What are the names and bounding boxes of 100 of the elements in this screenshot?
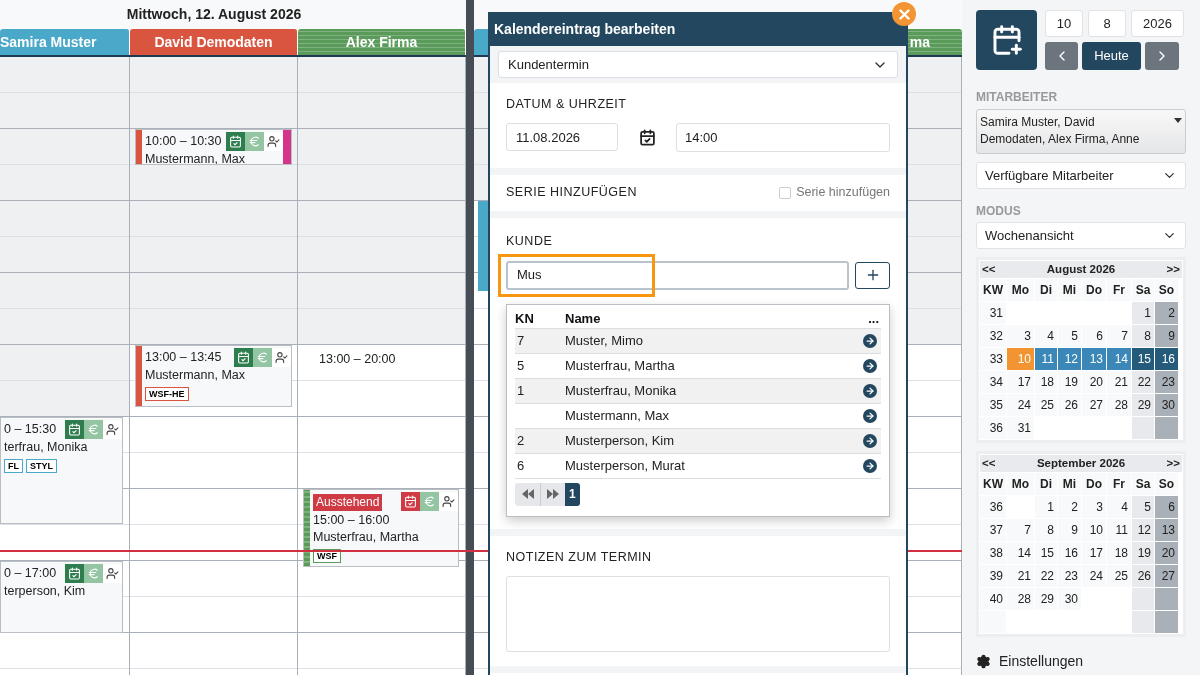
calendar-day[interactable]: 22 [1132, 371, 1154, 393]
arrow-right-icon[interactable] [863, 383, 877, 398]
calendar-day[interactable]: 29 [1035, 588, 1057, 610]
calendar-day[interactable]: 12 [1132, 519, 1154, 541]
calendar-day[interactable]: 17 [1082, 542, 1106, 564]
arrow-right-icon[interactable] [863, 458, 877, 473]
event-card[interactable]: 0 – 15:30 terfrau, Monika FL STYL [0, 417, 123, 524]
calendar-day[interactable]: 18 [1107, 542, 1131, 564]
new-appointment-button[interactable] [976, 10, 1037, 70]
calendar-day[interactable]: 7 [1107, 325, 1131, 347]
calendar-day[interactable]: 28 [1107, 394, 1131, 416]
calendar-day[interactable]: 25 [1107, 565, 1131, 587]
calendar-day[interactable]: 27 [1082, 394, 1106, 416]
previous-month-link[interactable]: << [982, 260, 996, 279]
calendar-day[interactable]: 22 [1035, 565, 1057, 587]
today-button[interactable]: Heute [1082, 42, 1141, 70]
calendar-day[interactable]: 1 [1035, 496, 1057, 518]
calendar-day[interactable]: 13 [1082, 348, 1106, 370]
calendar-day[interactable]: 19 [1058, 371, 1081, 393]
calendar-day[interactable]: 27 [1155, 565, 1178, 587]
result-row[interactable]: 1 Musterfrau, Monika [515, 378, 881, 404]
calendar-day[interactable]: 4 [1107, 496, 1131, 518]
calendar-day[interactable]: 24 [1007, 394, 1034, 416]
schedule-column[interactable]: 10:00 – 10:30 Mustermann, Max 13:00 – 13:45 Mustermann, Max WSF-HE [130, 57, 298, 675]
schedule-column[interactable]: 13:00 – 20:00 Ausstehend 15:00 – 16:00 Musterfrau, Martha WSF [298, 57, 466, 675]
calendar-day[interactable]: 4 [1035, 325, 1057, 347]
date-input[interactable]: 2026 [1131, 10, 1184, 37]
calendar-day[interactable]: 26 [1058, 394, 1081, 416]
next-month-link[interactable]: >> [1166, 454, 1180, 473]
calendar-day[interactable]: 24 [1082, 565, 1106, 587]
calendar-day[interactable]: 5 [1058, 325, 1081, 347]
staff-header[interactable]: David Demodaten [130, 29, 298, 55]
calendar-day[interactable]: 18 [1035, 371, 1057, 393]
last-page-button[interactable] [540, 482, 565, 506]
calendar-day[interactable]: 12 [1058, 348, 1081, 370]
calendar-day[interactable]: 11 [1107, 519, 1131, 541]
calendar-day[interactable]: 7 [1007, 519, 1034, 541]
calendar-day[interactable]: 16 [1155, 348, 1178, 370]
calendar-day[interactable]: 25 [1035, 394, 1057, 416]
calendar-day[interactable]: 11 [1035, 348, 1057, 370]
arrow-right-icon[interactable] [863, 433, 877, 448]
calendar-day[interactable]: 15 [1132, 348, 1154, 370]
date-input[interactable]: 10 [1045, 10, 1083, 37]
calendar-day[interactable]: 21 [1007, 565, 1034, 587]
available-staff-select[interactable]: Verfügbare Mitarbeiter [976, 162, 1186, 189]
settings-link[interactable]: Einstellungen [999, 651, 1084, 672]
calendar-day[interactable]: 8 [1132, 325, 1154, 347]
calendar-day[interactable]: 13 [1155, 519, 1178, 541]
arrow-right-icon[interactable] [863, 358, 877, 373]
calendar-day[interactable]: 5 [1132, 496, 1154, 518]
calendar-day[interactable]: 30 [1155, 394, 1178, 416]
calendar-day[interactable]: 26 [1132, 565, 1154, 587]
calendar-day[interactable]: 14 [1107, 348, 1131, 370]
page-button[interactable]: 1 [565, 482, 580, 506]
calendar-day[interactable]: 20 [1082, 371, 1106, 393]
calendar-day[interactable]: 17 [1007, 371, 1034, 393]
calendar-day[interactable]: 8 [1035, 519, 1057, 541]
calendar-day[interactable]: 3 [1007, 325, 1034, 347]
previous-month-link[interactable]: << [982, 454, 996, 473]
calendar-day[interactable]: 31 [1007, 417, 1034, 439]
event-card[interactable]: 0 – 17:00 terperson, Kim [0, 561, 123, 633]
calendar-day[interactable]: 16 [1058, 542, 1081, 564]
customer-search-field[interactable]: Mus [506, 260, 849, 290]
mode-select[interactable]: Wochenansicht [976, 222, 1186, 249]
calendar-day[interactable]: 15 [1035, 542, 1057, 564]
calendar-day[interactable]: 20 [1155, 542, 1178, 564]
calendar-day[interactable]: 23 [1155, 371, 1178, 393]
calendar-day[interactable]: 30 [1058, 588, 1081, 610]
event-card[interactable]: Ausstehend 15:00 – 16:00 Musterfrau, Martha WSF [303, 489, 459, 567]
calendar-day[interactable]: 2 [1058, 496, 1081, 518]
calendar-day[interactable]: 6 [1155, 496, 1178, 518]
settings-icon[interactable] [976, 654, 991, 669]
calendar-day[interactable]: 9 [1058, 519, 1081, 541]
first-page-button[interactable] [515, 482, 540, 506]
arrow-right-icon[interactable] [863, 408, 877, 423]
result-row[interactable]: 7 Muster, Mimo [515, 328, 881, 354]
calendar-day[interactable]: 14 [1007, 542, 1034, 564]
arrow-right-icon[interactable] [863, 333, 877, 348]
schedule-column[interactable]: 0 – 15:30 terfrau, Monika FL STYL 0 – 17:00 terperson, Kim [0, 57, 130, 675]
calendar-day[interactable]: 3 [1082, 496, 1106, 518]
calendar-day[interactable]: 21 [1107, 371, 1131, 393]
calendar-day[interactable]: 1 [1132, 302, 1154, 324]
calendar-day[interactable]: 6 [1082, 325, 1106, 347]
result-row[interactable]: 2 Musterperson, Kim [515, 428, 881, 454]
notes-field[interactable] [506, 576, 890, 653]
type-select[interactable]: Kundentermin [498, 51, 898, 78]
calendar-day[interactable]: 19 [1132, 542, 1154, 564]
calendar-day[interactable]: 23 [1058, 565, 1081, 587]
event-card[interactable]: 13:00 – 13:45 Mustermann, Max WSF-HE [135, 345, 292, 407]
date-field[interactable]: 11.08.2026 [506, 123, 618, 152]
calendar-day[interactable]: 28 [1007, 588, 1034, 610]
calendar-day[interactable]: 10 [1082, 519, 1106, 541]
date-input[interactable]: 8 [1088, 10, 1126, 37]
calendar-day[interactable]: 2 [1155, 302, 1178, 324]
add-customer-button[interactable] [855, 261, 890, 289]
calendar-day[interactable]: 9 [1155, 325, 1178, 347]
staff-multiselect[interactable]: Samira Muster, David Demodaten, Alex Firma, Anne [976, 109, 1186, 154]
calendar-day[interactable]: 29 [1132, 394, 1154, 416]
event-card[interactable]: 10:00 – 10:30 Mustermann, Max [135, 129, 292, 165]
time-field[interactable]: 14:00 [676, 122, 890, 152]
